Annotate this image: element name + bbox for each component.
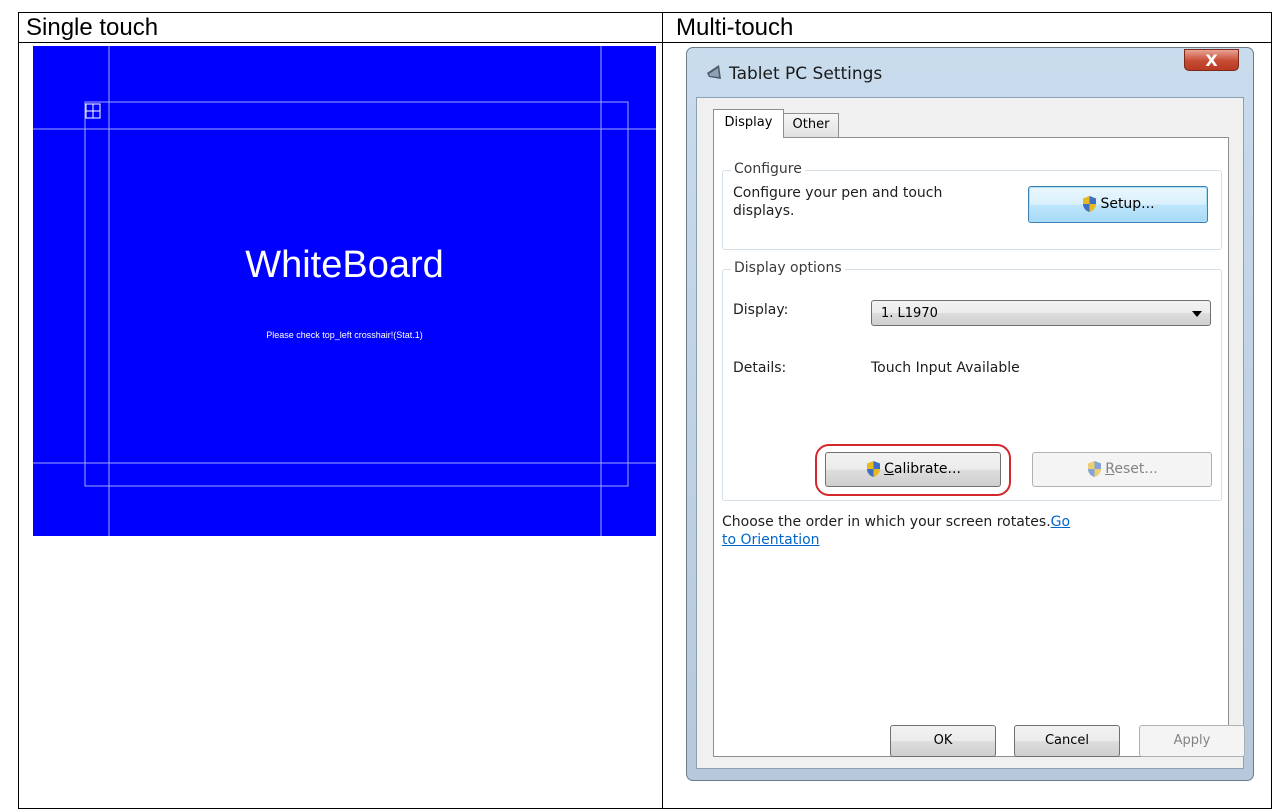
details-label: Details: xyxy=(733,360,787,376)
apply-button[interactable]: Apply xyxy=(1139,725,1245,757)
close-button[interactable]: X xyxy=(1184,49,1239,71)
uac-shield-icon xyxy=(1083,196,1097,212)
orientation-link-part1[interactable]: Go xyxy=(1051,514,1070,530)
calibration-guide-lines xyxy=(33,46,656,536)
ok-button[interactable]: OK xyxy=(890,725,996,757)
reset-button-label: eset... xyxy=(1114,461,1158,477)
calibrate-highlight-ring xyxy=(815,444,1011,496)
chevron-down-icon xyxy=(1192,311,1202,317)
display-options-group-title: Display options xyxy=(731,260,845,276)
tab-other[interactable]: Other xyxy=(783,113,839,137)
display-select[interactable]: 1. L1970 xyxy=(871,300,1211,326)
whiteboard-title: WhiteBoard xyxy=(245,244,444,286)
tab-display[interactable]: Display xyxy=(713,109,784,138)
configure-group: Configure Configure your pen and touch d… xyxy=(722,161,1222,250)
setup-button[interactable]: Setup... xyxy=(1028,186,1208,223)
tablet-pc-settings-window: Tablet PC Settings X Display Other Confi… xyxy=(686,47,1254,781)
reset-button[interactable]: Reset... xyxy=(1032,452,1212,487)
window-title: Tablet PC Settings xyxy=(729,64,883,84)
table-column-divider xyxy=(662,12,663,809)
table-header-divider xyxy=(18,42,1272,43)
uac-shield-icon xyxy=(1088,461,1102,477)
whiteboard-calibration-screen: WhiteBoard Please check top_left crossha… xyxy=(33,46,656,536)
cancel-button[interactable]: Cancel xyxy=(1014,725,1120,757)
display-label: Display: xyxy=(733,302,789,318)
configure-group-title: Configure xyxy=(731,161,805,177)
details-value: Touch Input Available xyxy=(871,360,1020,376)
orientation-link-line2: to Orientation xyxy=(722,532,820,548)
configure-description-line2: displays. xyxy=(733,203,795,219)
window-client-area: Display Other Configure Configure your p… xyxy=(696,97,1244,769)
display-tab-panel: Configure Configure your pen and touch d… xyxy=(713,137,1229,757)
setup-button-label: Setup... xyxy=(1100,196,1155,212)
tablet-pen-icon xyxy=(707,65,721,79)
orientation-description: Choose the order in which your screen ro… xyxy=(722,514,1051,530)
single-touch-header: Single touch xyxy=(26,14,159,41)
calibration-message: Please check top_left crosshair!(Stat.1) xyxy=(266,330,423,340)
orientation-link-part2[interactable]: to Orientation xyxy=(722,532,820,548)
display-select-value: 1. L1970 xyxy=(881,306,938,321)
multi-touch-header: Multi-touch xyxy=(676,14,794,41)
reset-accelerator: R xyxy=(1105,461,1115,477)
configure-description-line1: Configure your pen and touch xyxy=(733,185,943,201)
window-titlebar[interactable]: Tablet PC Settings X xyxy=(687,48,1253,96)
orientation-text: Choose the order in which your screen ro… xyxy=(722,514,1070,530)
